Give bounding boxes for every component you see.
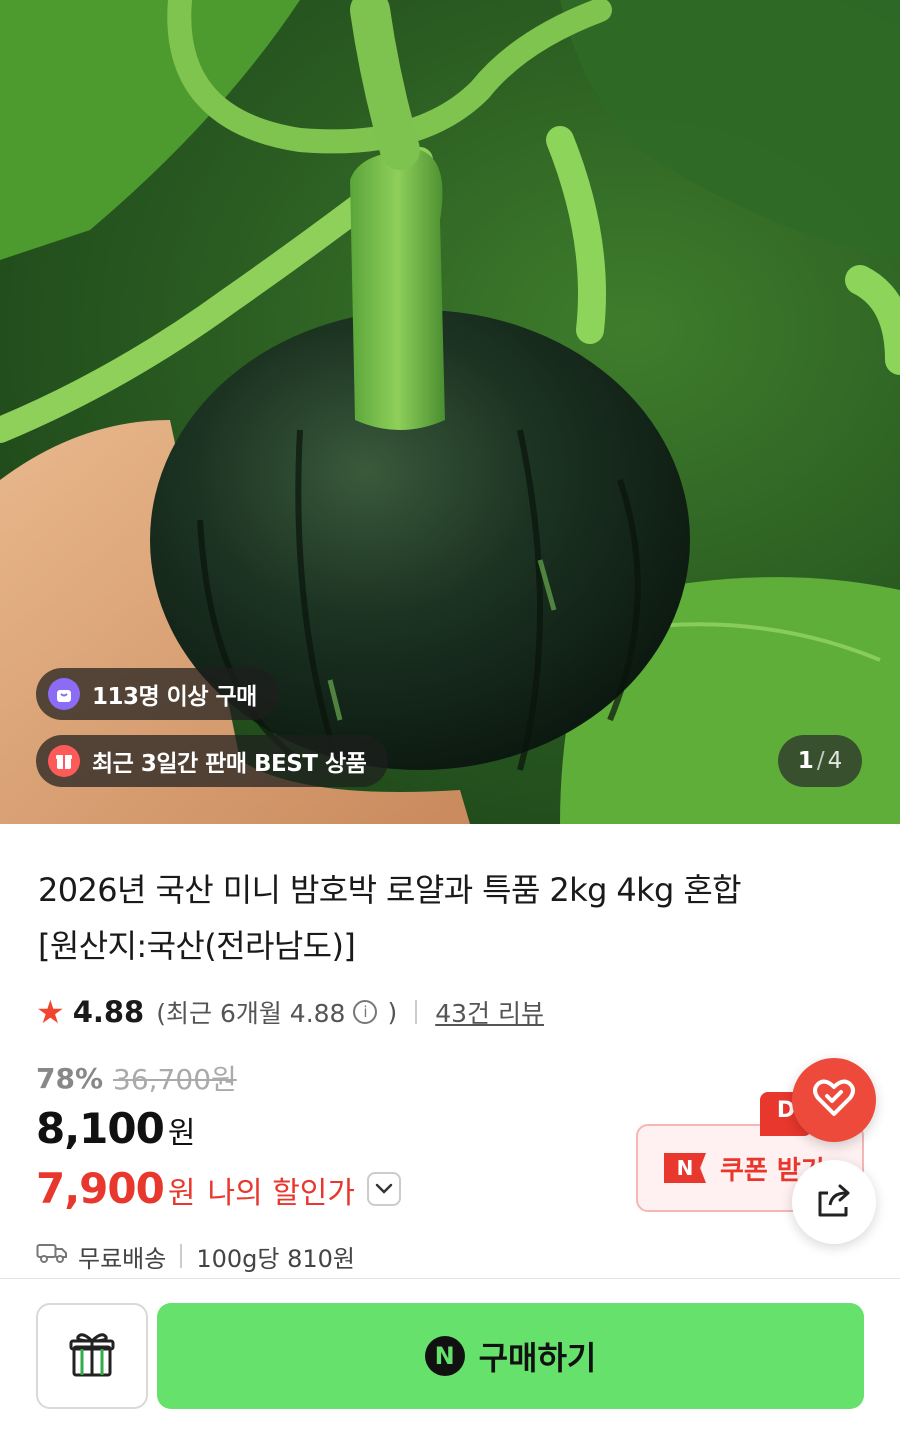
product-image-carousel[interactable]: 113명 이상 구매 최근 3일간 판매 BEST 상품 1 / 4: [0, 0, 900, 824]
share-button[interactable]: [792, 1160, 876, 1244]
sale-price: 8,100 원: [36, 1104, 195, 1153]
shipping-text: 무료배송: [78, 1244, 167, 1273]
rating-row: ★ 4.88 (최근 6개월 4.88 i ) 43건 리뷰: [36, 990, 544, 1034]
buy-button[interactable]: N 구매하기: [157, 1303, 864, 1409]
pager-current: 1: [797, 748, 814, 774]
shipping-divider: [180, 1244, 183, 1268]
recent-rating-text: (최근 6개월 4.88: [156, 999, 346, 1028]
best-seller-text: 최근 3일간 판매 BEST 상품: [92, 751, 367, 777]
star-icon: ★: [36, 993, 65, 1031]
unit-price: 100g당 810원: [196, 1244, 355, 1273]
wishlist-button[interactable]: [792, 1058, 876, 1142]
original-price: 36,700원: [113, 1063, 237, 1096]
rating-divider: [415, 1000, 418, 1024]
chevron-down-icon[interactable]: [367, 1171, 402, 1206]
discount-rate: 78%: [36, 1061, 104, 1095]
recent-rating: (최근 6개월 4.88 i ): [156, 994, 397, 1030]
pager-total: 4: [827, 748, 843, 774]
shipping-row: 무료배송 100g당 810원: [36, 1236, 355, 1276]
sale-price-unit: 원: [167, 1116, 196, 1151]
image-pager: 1 / 4: [778, 735, 862, 787]
my-price-unit: 원: [167, 1176, 196, 1211]
discount-row: 78% 36,700원: [36, 1058, 237, 1098]
pager-separator: /: [816, 748, 825, 774]
truck-icon: [36, 1242, 68, 1270]
my-price-label: 나의 할인가: [207, 1176, 356, 1211]
buyers-count-badge: 113명 이상 구매: [36, 668, 279, 720]
naver-n-logo: N: [664, 1153, 706, 1183]
reviews-link[interactable]: 43건 리뷰: [435, 994, 544, 1030]
bag-icon: [48, 678, 80, 710]
bottom-action-bar: N 구매하기: [0, 1278, 900, 1431]
product-title-line1: 2026년 국산 미니 밤호박 로얄과 특품 2kg 4kg 혼합: [38, 871, 742, 909]
gift-button[interactable]: [36, 1303, 148, 1409]
rating-score: 4.88: [72, 995, 145, 1029]
gift-box-icon: [48, 745, 80, 777]
product-title: 2026년 국산 미니 밤호박 로얄과 특품 2kg 4kg 혼합 [원산지:국…: [38, 862, 838, 974]
product-title-line2: [원산지:국산(전라남도)]: [38, 927, 356, 965]
recent-rating-close: ): [387, 997, 398, 1027]
buy-button-label: 구매하기: [478, 1339, 597, 1377]
buyers-count-text: 113명 이상 구매: [92, 684, 257, 710]
share-icon: [814, 1181, 854, 1223]
my-price-value: 7,900: [36, 1164, 165, 1213]
my-discount-price[interactable]: 7,900 원 나의 할인가: [36, 1164, 402, 1213]
sale-price-value: 8,100: [36, 1104, 165, 1153]
info-icon[interactable]: i: [353, 1000, 378, 1024]
gift-icon: [68, 1331, 116, 1381]
naver-pay-n-icon: N: [424, 1336, 465, 1376]
heart-check-icon: [812, 1078, 856, 1122]
best-seller-badge: 최근 3일간 판매 BEST 상품: [36, 735, 389, 787]
